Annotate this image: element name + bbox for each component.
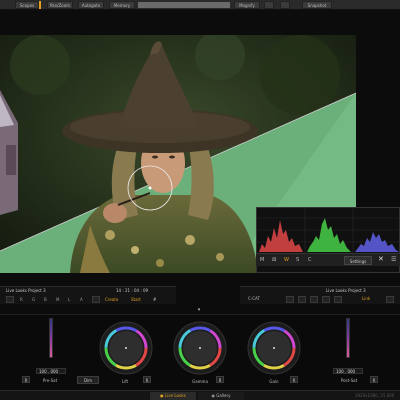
lift-wheel[interactable] [98,320,154,376]
resolution-readout: 1920x1080, 25.000 [355,393,395,398]
postsat-meter[interactable] [346,318,350,358]
channel-m-button[interactable]: M [56,296,59,303]
strip-toggle-1[interactable] [6,296,14,303]
dim-button[interactable]: Dim [77,376,99,384]
ccat-selector[interactable]: C-CAT [248,296,260,301]
tab-gallery[interactable]: ● Gallery [198,392,244,400]
presat-meter[interactable] [49,318,53,358]
scopes-toolbar: M ⚄ W S C Settings ✕ ☰ [256,253,400,266]
start-button[interactable]: Start [131,296,141,303]
scopes-button[interactable]: Scopes [15,1,39,9]
presat-reset-button[interactable]: R [22,376,30,383]
gain-wheel[interactable] [246,320,302,376]
scope-c-icon[interactable]: C [308,257,312,264]
tab-live-looks-label: Live Looks [164,393,186,398]
scopes-settings-button[interactable]: Settings [344,256,372,265]
right-strip-button-4[interactable] [322,296,330,303]
gain-label: Gain [269,379,279,384]
strip-toggle-2[interactable] [92,296,100,303]
left-project-strip: Live Looks Project 3 14 : 21 : 04 : 09 R… [0,286,176,304]
top-toolbar: Scopes Pan/Zoom Autogate Memory Magnify … [0,0,400,10]
postsat-reset-button[interactable]: R [370,376,378,383]
right-strip-button-2[interactable] [298,296,306,303]
right-strip-button-6[interactable] [386,296,394,303]
snapshot-button[interactable]: Snapshot [302,1,332,9]
presat-value-field[interactable]: 100 . 000 [36,368,66,374]
tab-live-looks[interactable]: ● Live Looks [150,392,196,400]
panzoom-button[interactable]: Pan/Zoom [47,1,73,9]
postsat-value-field[interactable]: 100 . 000 [333,368,363,374]
gamma-label: Gamma [192,379,208,384]
tab-gallery-label: Gallery [216,393,231,398]
channel-r-button[interactable]: R [20,296,23,303]
scope-mode-icon[interactable]: M [260,257,264,264]
channel-b-button[interactable]: B [44,296,47,303]
timecode-display: 14 : 21 : 04 : 09 [116,288,149,293]
toolbar-square-button-1[interactable] [264,1,274,9]
expand-panel-icon[interactable]: ▾ [192,306,206,314]
gamma-reset-button[interactable]: R [216,376,224,383]
close-icon[interactable]: ✕ [378,255,384,263]
right-strip-button-1[interactable] [286,296,294,303]
bottom-tab-bar: ● Live Looks ● Gallery 1920x1080, 25.000 [0,390,400,400]
channel-g-button[interactable]: G [32,296,35,303]
scope-waveform-icon[interactable]: W [284,257,289,264]
magnify-button[interactable]: Magnify [234,1,260,9]
autogate-button[interactable]: Autogate [78,1,104,9]
gamma-wheel[interactable] [172,320,228,376]
menu-icon[interactable]: ☰ [391,256,396,263]
right-strip-button-5[interactable] [334,296,342,303]
channel-l-button[interactable]: L [68,296,70,303]
grid-icon[interactable]: # [153,296,156,303]
channel-a-button[interactable]: A [80,296,83,303]
link-button[interactable]: Link [362,296,370,301]
red-channel-trace [259,220,303,252]
lift-reset-button[interactable]: R [143,376,151,383]
right-strip-button-3[interactable] [310,296,318,303]
lift-label: Lift [121,379,129,384]
postsat-label: Post-Sat [340,378,358,383]
parade-waveform [257,208,400,254]
presat-label: Pre-Sat [42,378,58,383]
green-channel-trace [307,218,351,252]
memory-button[interactable]: Memory [109,1,135,9]
scopes-active-indicator [39,1,41,9]
left-project-name: Live Looks Project 3 [6,288,46,293]
right-project-name: Live Looks Project 3 [326,288,366,293]
memory-slot-field[interactable] [138,2,230,8]
right-project-strip: Live Looks Project 3 C-CAT Link [240,286,400,304]
scope-dice-icon[interactable]: ⚄ [272,257,276,264]
scope-s-icon[interactable]: S [296,257,299,264]
create-button[interactable]: Create [105,296,118,303]
toolbar-square-button-2[interactable] [280,1,290,9]
gain-reset-button[interactable]: R [290,376,298,383]
